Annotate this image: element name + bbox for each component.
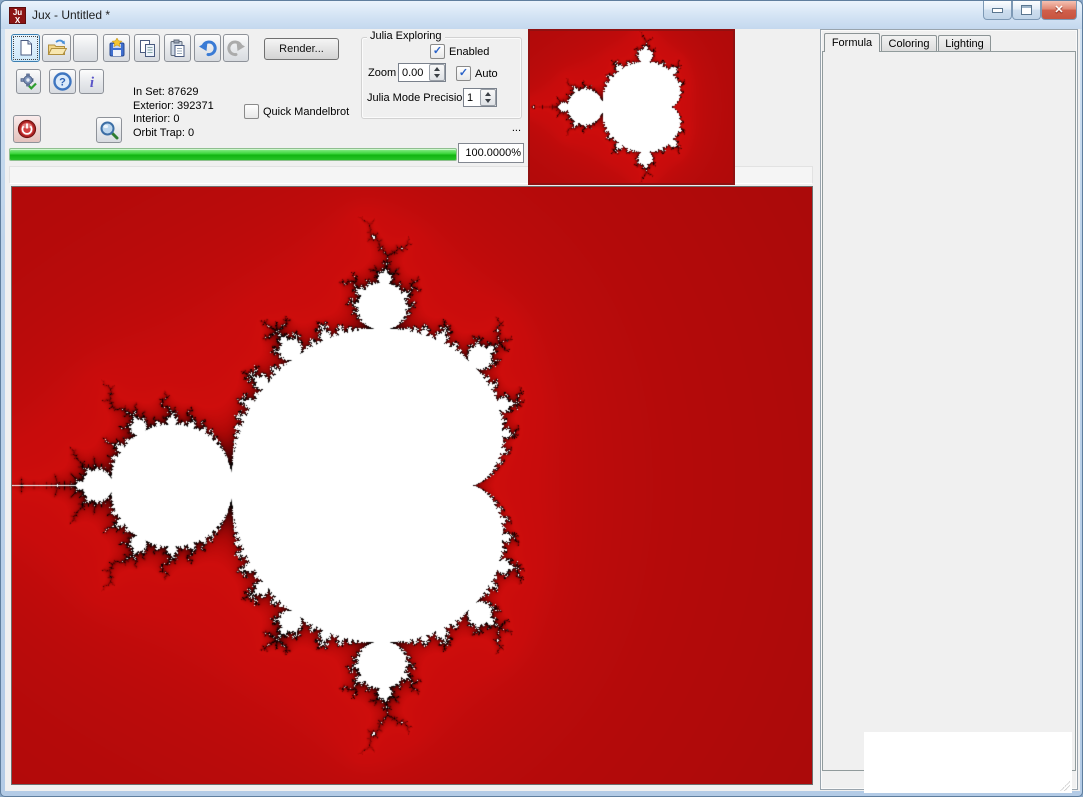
undo-button[interactable]	[194, 34, 221, 62]
quick-mandelbrot-label: Quick Mandelbrot	[263, 106, 349, 118]
julia-precision-value: 1	[464, 89, 480, 106]
resize-grip-icon[interactable]	[1060, 781, 1070, 791]
tab-lighting[interactable]: Lighting	[938, 35, 991, 52]
julia-zoom-field[interactable]: 0.00	[398, 63, 446, 82]
julia-enabled-checkbox[interactable]: ✓ Enabled	[430, 44, 489, 59]
stat-in-set: In Set: 87629	[133, 86, 248, 100]
julia-auto-checkbox[interactable]: ✓ Auto	[456, 66, 498, 81]
julia-zoom-spinner[interactable]	[429, 64, 445, 81]
save-icon	[107, 38, 127, 58]
spin-up-icon[interactable]	[485, 92, 491, 96]
fractal-view-canvas[interactable]	[12, 187, 812, 784]
info-icon: i	[85, 72, 99, 91]
paste-icon	[168, 39, 187, 58]
help-button[interactable]: ?	[49, 69, 76, 94]
julia-precision-label: Julia Mode Precision	[367, 92, 469, 104]
checkbox-icon: ✓	[244, 104, 259, 119]
tab-lighting-label: Lighting	[945, 38, 984, 50]
quick-mandelbrot-checkbox[interactable]: ✓ Quick Mandelbrot	[244, 104, 349, 119]
minimize-icon	[992, 8, 1003, 13]
julia-preview-canvas[interactable]	[530, 31, 733, 183]
blank-toolbar-button[interactable]	[73, 34, 98, 62]
overlay-box	[864, 732, 1072, 793]
copy-icon	[138, 39, 157, 58]
svg-text:i: i	[89, 75, 94, 91]
julia-preview-frame	[528, 29, 735, 185]
maximize-icon	[1021, 5, 1032, 15]
new-document-icon	[17, 39, 35, 57]
stat-exterior: Exterior: 392371	[133, 100, 248, 114]
spin-up-icon[interactable]	[434, 67, 440, 71]
new-document-button[interactable]	[11, 34, 40, 62]
window-title: Jux - Untitled *	[32, 8, 110, 22]
render-statistics: In Set: 87629 Exterior: 392371 Interior:…	[133, 86, 248, 140]
julia-exploring-title: Julia Exploring	[367, 30, 445, 42]
progress-bar	[9, 148, 457, 161]
minimize-button[interactable]	[983, 1, 1012, 20]
zoom-tool-button[interactable]	[96, 117, 122, 143]
app-icon: Ju X	[9, 7, 26, 24]
checkbox-icon: ✓	[430, 44, 445, 59]
julia-zoom-label: Zoom	[368, 67, 396, 79]
fractal-view-frame	[11, 186, 813, 785]
about-button[interactable]: i	[79, 69, 104, 94]
more-label: ...	[471, 122, 521, 134]
render-button-label: Render...	[279, 43, 324, 55]
stat-orbit-trap: Orbit Trap: 0	[133, 127, 248, 141]
spin-down-icon[interactable]	[434, 74, 440, 78]
close-icon: ✕	[1054, 5, 1063, 16]
progress-percent: 100.0000%	[458, 143, 524, 163]
settings-button[interactable]	[16, 69, 41, 94]
undo-icon	[198, 39, 218, 57]
tab-formula[interactable]: Formula	[824, 33, 880, 52]
spin-down-icon[interactable]	[485, 99, 491, 103]
title-bar[interactable]: Ju X Jux - Untitled *	[1, 1, 1082, 29]
help-icon: ?	[53, 72, 72, 91]
tab-formula-label: Formula	[832, 37, 872, 49]
app-icon-text-bottom: X	[10, 17, 25, 25]
julia-precision-spinner[interactable]	[480, 89, 496, 106]
open-file-button[interactable]	[42, 34, 71, 62]
open-folder-icon	[47, 39, 67, 57]
save-button[interactable]	[103, 34, 130, 62]
tab-coloring[interactable]: Coloring	[881, 35, 937, 52]
tab-coloring-label: Coloring	[889, 38, 930, 50]
julia-enabled-label: Enabled	[449, 46, 489, 58]
progress-percent-value: 100.0000%	[465, 147, 521, 159]
stop-render-button[interactable]	[13, 115, 41, 143]
paste-button[interactable]	[164, 34, 191, 62]
julia-auto-label: Auto	[475, 68, 498, 80]
formula-tab-page	[822, 51, 1076, 771]
gear-icon	[20, 73, 38, 91]
maximize-button[interactable]	[1012, 1, 1041, 20]
render-button[interactable]: Render...	[264, 38, 339, 60]
app-window: Ju X Jux - Untitled * ✕	[0, 0, 1083, 797]
magnifier-icon	[99, 120, 119, 140]
julia-precision-field[interactable]: 1	[463, 88, 497, 107]
redo-button[interactable]	[223, 34, 249, 62]
stat-interior: Interior: 0	[133, 113, 248, 127]
copy-button[interactable]	[134, 34, 160, 62]
julia-zoom-value: 0.00	[399, 64, 429, 81]
close-button[interactable]: ✕	[1041, 1, 1077, 20]
redo-icon	[226, 39, 246, 57]
power-icon	[17, 119, 37, 139]
checkbox-icon: ✓	[456, 66, 471, 81]
svg-text:?: ?	[59, 77, 66, 89]
